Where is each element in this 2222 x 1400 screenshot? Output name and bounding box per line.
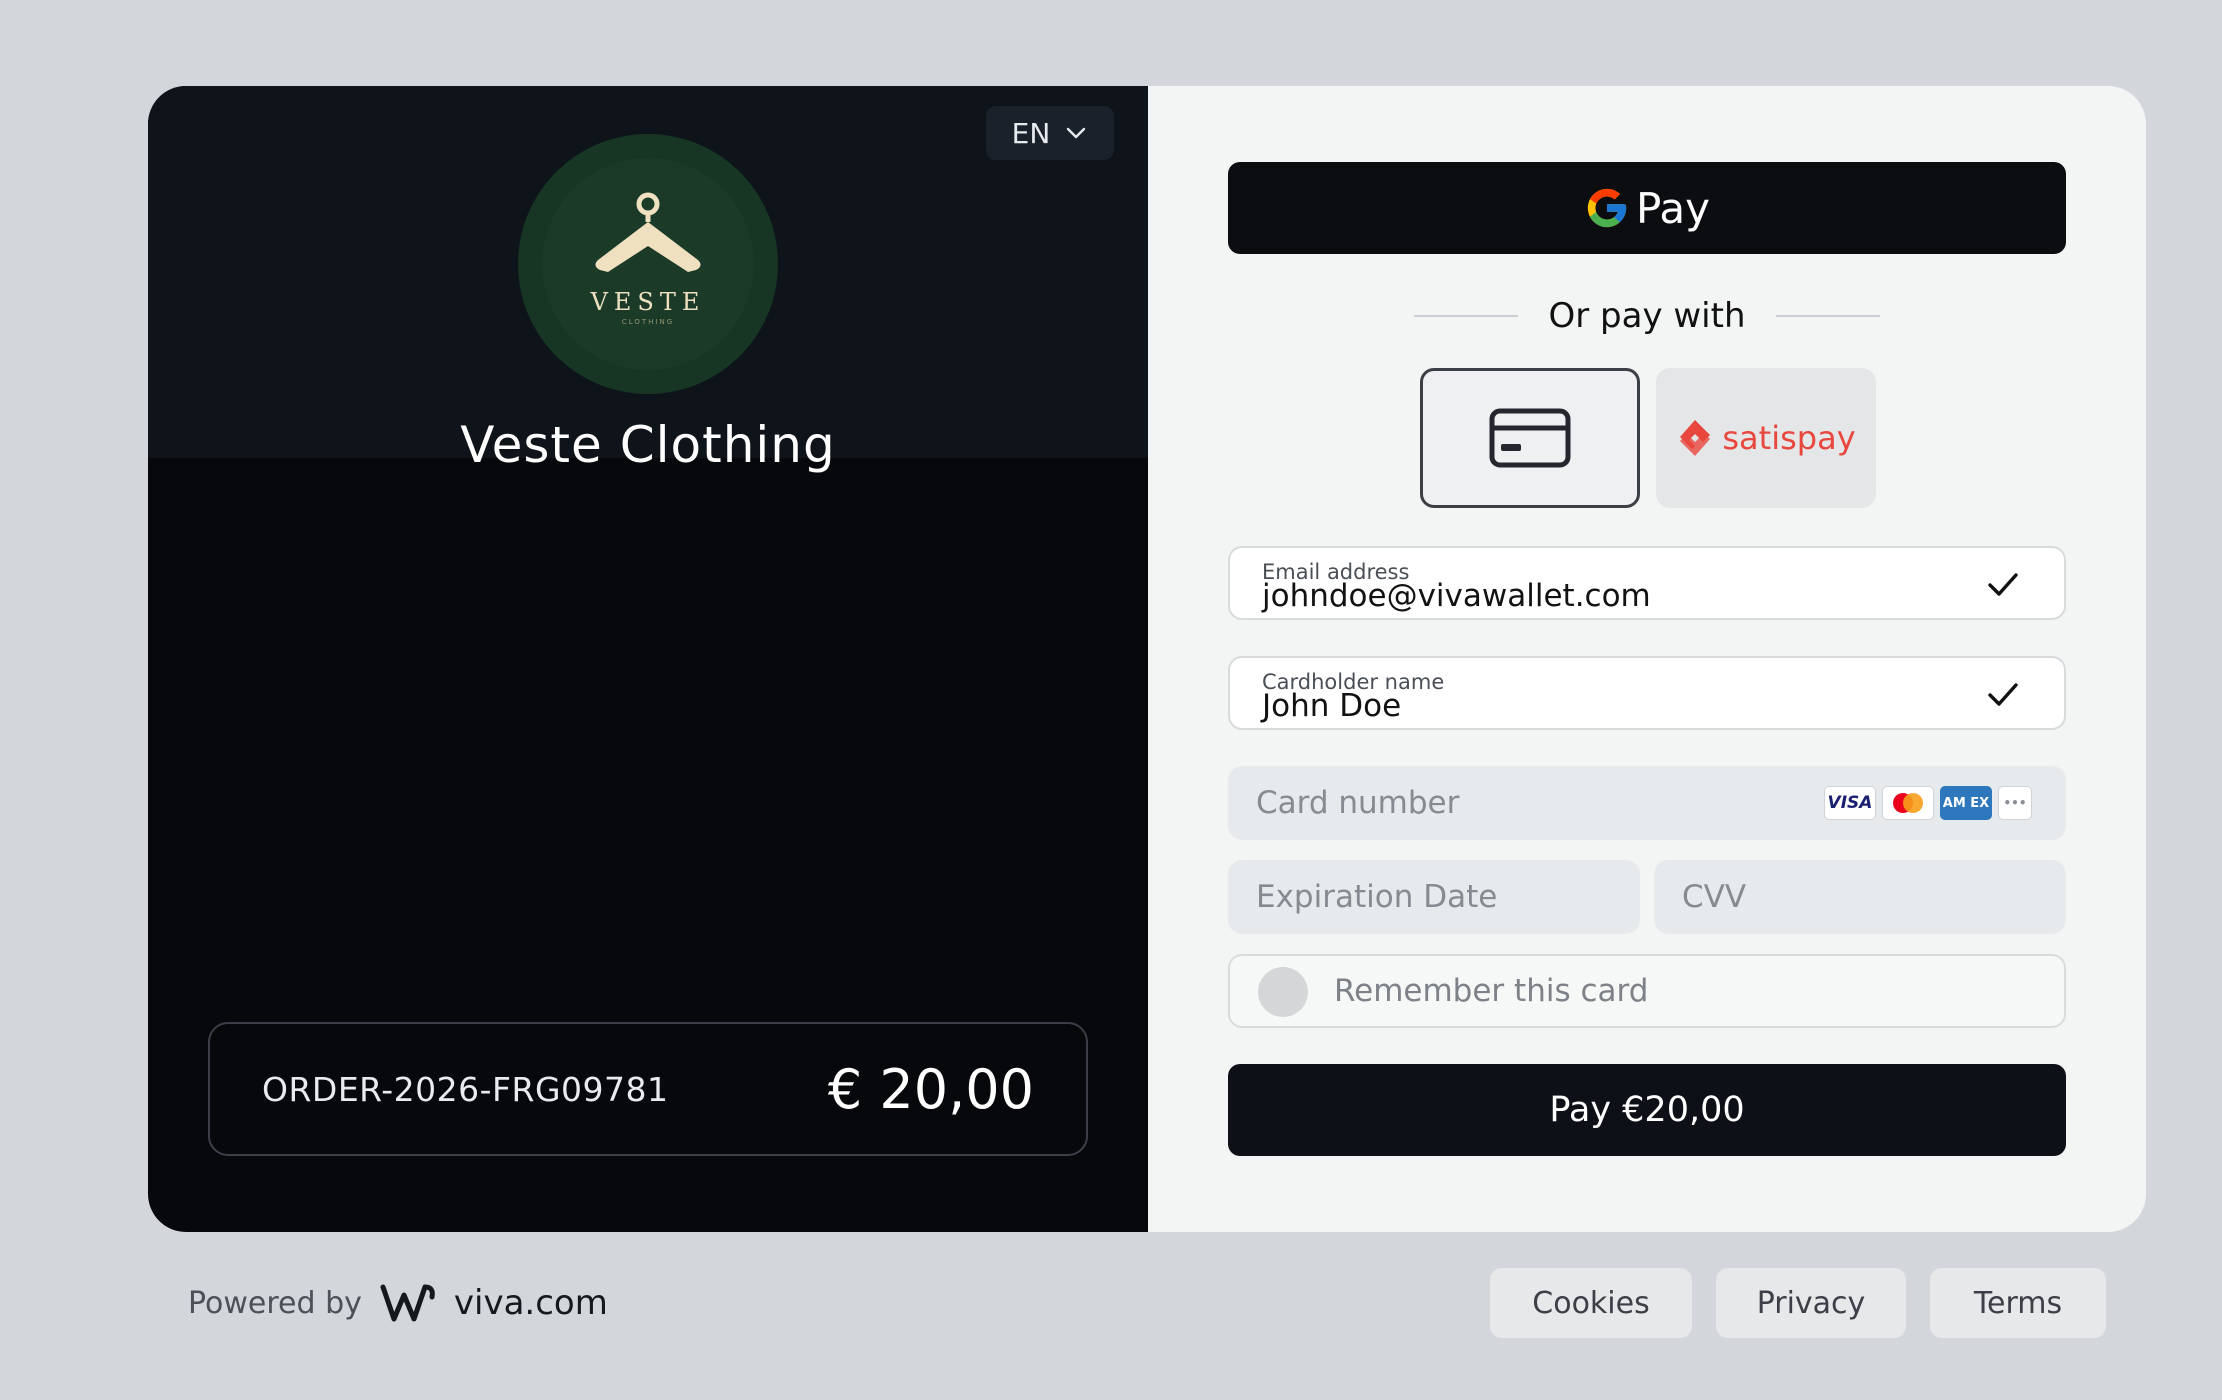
google-pay-label: Pay [1635,183,1711,233]
cvv-placeholder: CVV [1682,879,1747,915]
order-amount: € 20,00 [827,1057,1034,1121]
payment-panel: Pay Or pay with satispay Email address j… [1148,86,2146,1232]
language-code: EN [1011,116,1051,150]
more-brands-icon: ••• [1998,786,2032,820]
expiry-placeholder: Expiration Date [1256,879,1498,915]
order-id: ORDER-2026-FRG09781 [262,1069,669,1109]
powered-by: Powered by viva.com [188,1280,608,1326]
terms-link[interactable]: Terms [1930,1268,2106,1338]
or-pay-with-divider: Or pay with [1148,296,2146,336]
viva-logo-icon [380,1284,435,1322]
remember-card-toggle[interactable] [1258,967,1308,1017]
visa-icon: VISA [1824,786,1876,820]
card-method-option[interactable] [1420,368,1640,508]
mastercard-icon [1882,786,1934,820]
cardholder-name-field[interactable]: Cardholder name John Doe [1228,656,2066,730]
satispay-method-option[interactable]: satispay [1656,368,1876,508]
cookies-link[interactable]: Cookies [1490,1268,1692,1338]
language-selector[interactable]: EN [986,106,1114,160]
card-brands: VISA AM EX ••• [1824,786,2032,820]
remember-card-row: Remember this card [1228,954,2066,1028]
expiration-date-input[interactable]: Expiration Date [1228,860,1640,934]
privacy-link[interactable]: Privacy [1716,1268,1906,1338]
merchant-panel: EN VESTE CLOTHING Veste Clothing ORDER-2… [148,86,1148,1232]
divider-text: Or pay with [1548,296,1746,336]
powered-by-text: Powered by [188,1285,362,1321]
check-icon [1988,683,2018,706]
provider-name[interactable]: viva.com [454,1283,608,1323]
logo-wordmark: VESTE [590,288,706,316]
merchant-name: Veste Clothing [460,416,836,474]
credit-card-icon [1489,408,1571,468]
amex-icon: AM EX [1940,786,1992,820]
cvv-input[interactable]: CVV [1654,860,2066,934]
satispay-icon [1680,420,1711,456]
satispay-label: satispay [1722,419,1856,457]
checkout-card: EN VESTE CLOTHING Veste Clothing ORDER-2… [148,86,2146,1232]
logo-subtitle: CLOTHING [621,318,675,326]
google-pay-button[interactable]: Pay [1228,162,2066,254]
email-field[interactable]: Email address johndoe@vivawallet.com [1228,546,2066,620]
card-number-input[interactable]: Card number VISA AM EX ••• [1228,766,2066,840]
chevron-down-icon [1067,127,1086,139]
hanger-icon [595,192,701,272]
check-icon [1988,573,2018,596]
remember-card-label: Remember this card [1334,973,1649,1009]
email-value: johndoe@vivawallet.com [1262,578,1651,614]
google-g-icon [1587,188,1627,228]
pay-button[interactable]: Pay €20,00 [1228,1064,2066,1156]
card-number-placeholder: Card number [1256,785,1460,821]
cardholder-value: John Doe [1262,688,1402,724]
order-summary: ORDER-2026-FRG09781 € 20,00 [208,1022,1088,1156]
merchant-logo: VESTE CLOTHING [518,134,778,394]
